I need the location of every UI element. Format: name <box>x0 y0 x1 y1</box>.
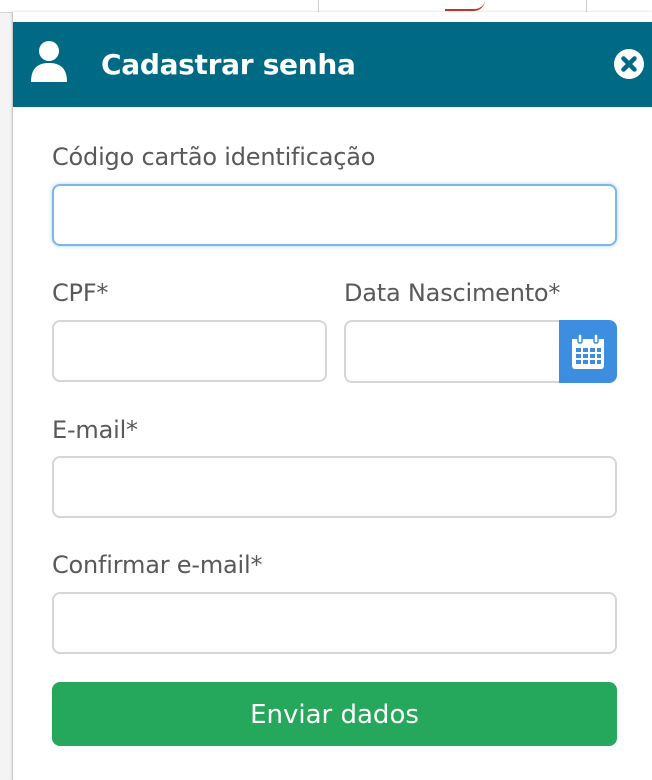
close-icon[interactable] <box>613 48 645 80</box>
cpf-label: CPF* <box>52 279 109 307</box>
email-input[interactable] <box>52 456 617 518</box>
birth-date-input[interactable] <box>344 320 560 383</box>
dialog-header: Cadastrar senha <box>13 22 652 107</box>
codigo-label: Código cartão identificação <box>52 143 376 171</box>
birth-date-group <box>344 320 617 383</box>
cpf-input[interactable] <box>52 320 327 382</box>
submit-button[interactable]: Enviar dados <box>52 682 617 746</box>
background-separator <box>586 0 587 12</box>
register-password-dialog: Cadastrar senha Código cartão identifica… <box>12 12 652 780</box>
background-separator <box>318 0 319 12</box>
background-red-mark <box>445 0 485 11</box>
confirm-email-input[interactable] <box>52 592 617 654</box>
nascimento-label: Data Nascimento* <box>344 279 561 307</box>
user-icon <box>31 41 67 82</box>
date-picker-button[interactable] <box>559 320 617 383</box>
confirm-email-label: Confirmar e-mail* <box>52 551 263 579</box>
dialog-title: Cadastrar senha <box>101 48 356 81</box>
calendar-icon <box>572 333 604 369</box>
email-label: E-mail* <box>52 416 138 444</box>
codigo-cartao-input[interactable] <box>52 184 617 246</box>
